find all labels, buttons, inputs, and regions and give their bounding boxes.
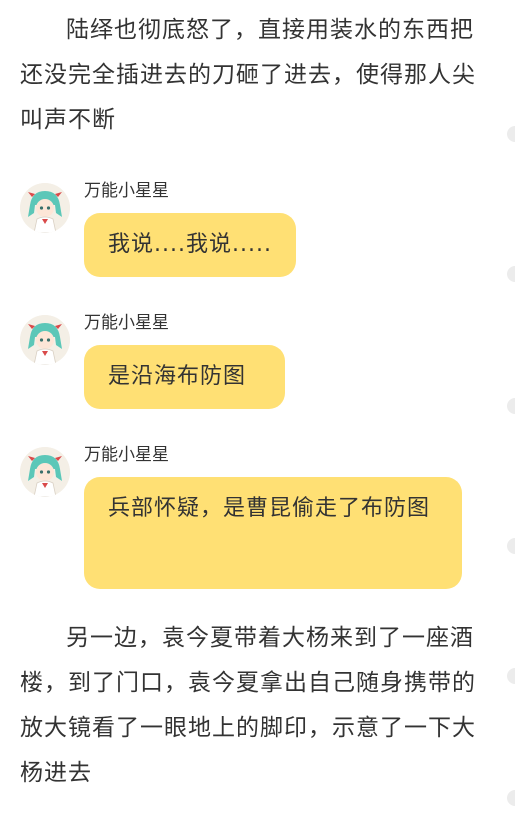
avatar-icon[interactable]	[20, 447, 70, 497]
indicator-dot	[507, 790, 515, 806]
indicator-dot	[507, 398, 515, 414]
indicator-dot	[507, 538, 515, 554]
story-paragraph: 另一边，袁今夏带着大杨来到了一座酒楼，到了门口，袁今夏拿出自己随身携带的放大镜看…	[20, 625, 476, 786]
message-bubble[interactable]: 是沿海布防图	[84, 345, 285, 409]
sender-name: 万能小星星	[84, 445, 169, 465]
avatar-icon[interactable]	[20, 183, 70, 233]
message-bubble[interactable]: 兵部怀疑，是曹昆偷走了布防图	[84, 477, 462, 589]
indicator-dot	[507, 126, 515, 142]
sender-name: 万能小星星	[84, 181, 169, 201]
page-indicator	[505, 0, 515, 821]
message-bubble[interactable]: 我说....我说.....	[84, 213, 296, 277]
indicator-dot	[507, 668, 515, 684]
avatar-icon[interactable]	[20, 315, 70, 365]
story-paragraph: 陆绎也彻底怒了，直接用装水的东西把还没完全插进去的刀砸了进去，使得那人尖叫声不断	[20, 17, 476, 133]
indicator-dot	[507, 266, 515, 282]
sender-name: 万能小星星	[84, 313, 169, 333]
